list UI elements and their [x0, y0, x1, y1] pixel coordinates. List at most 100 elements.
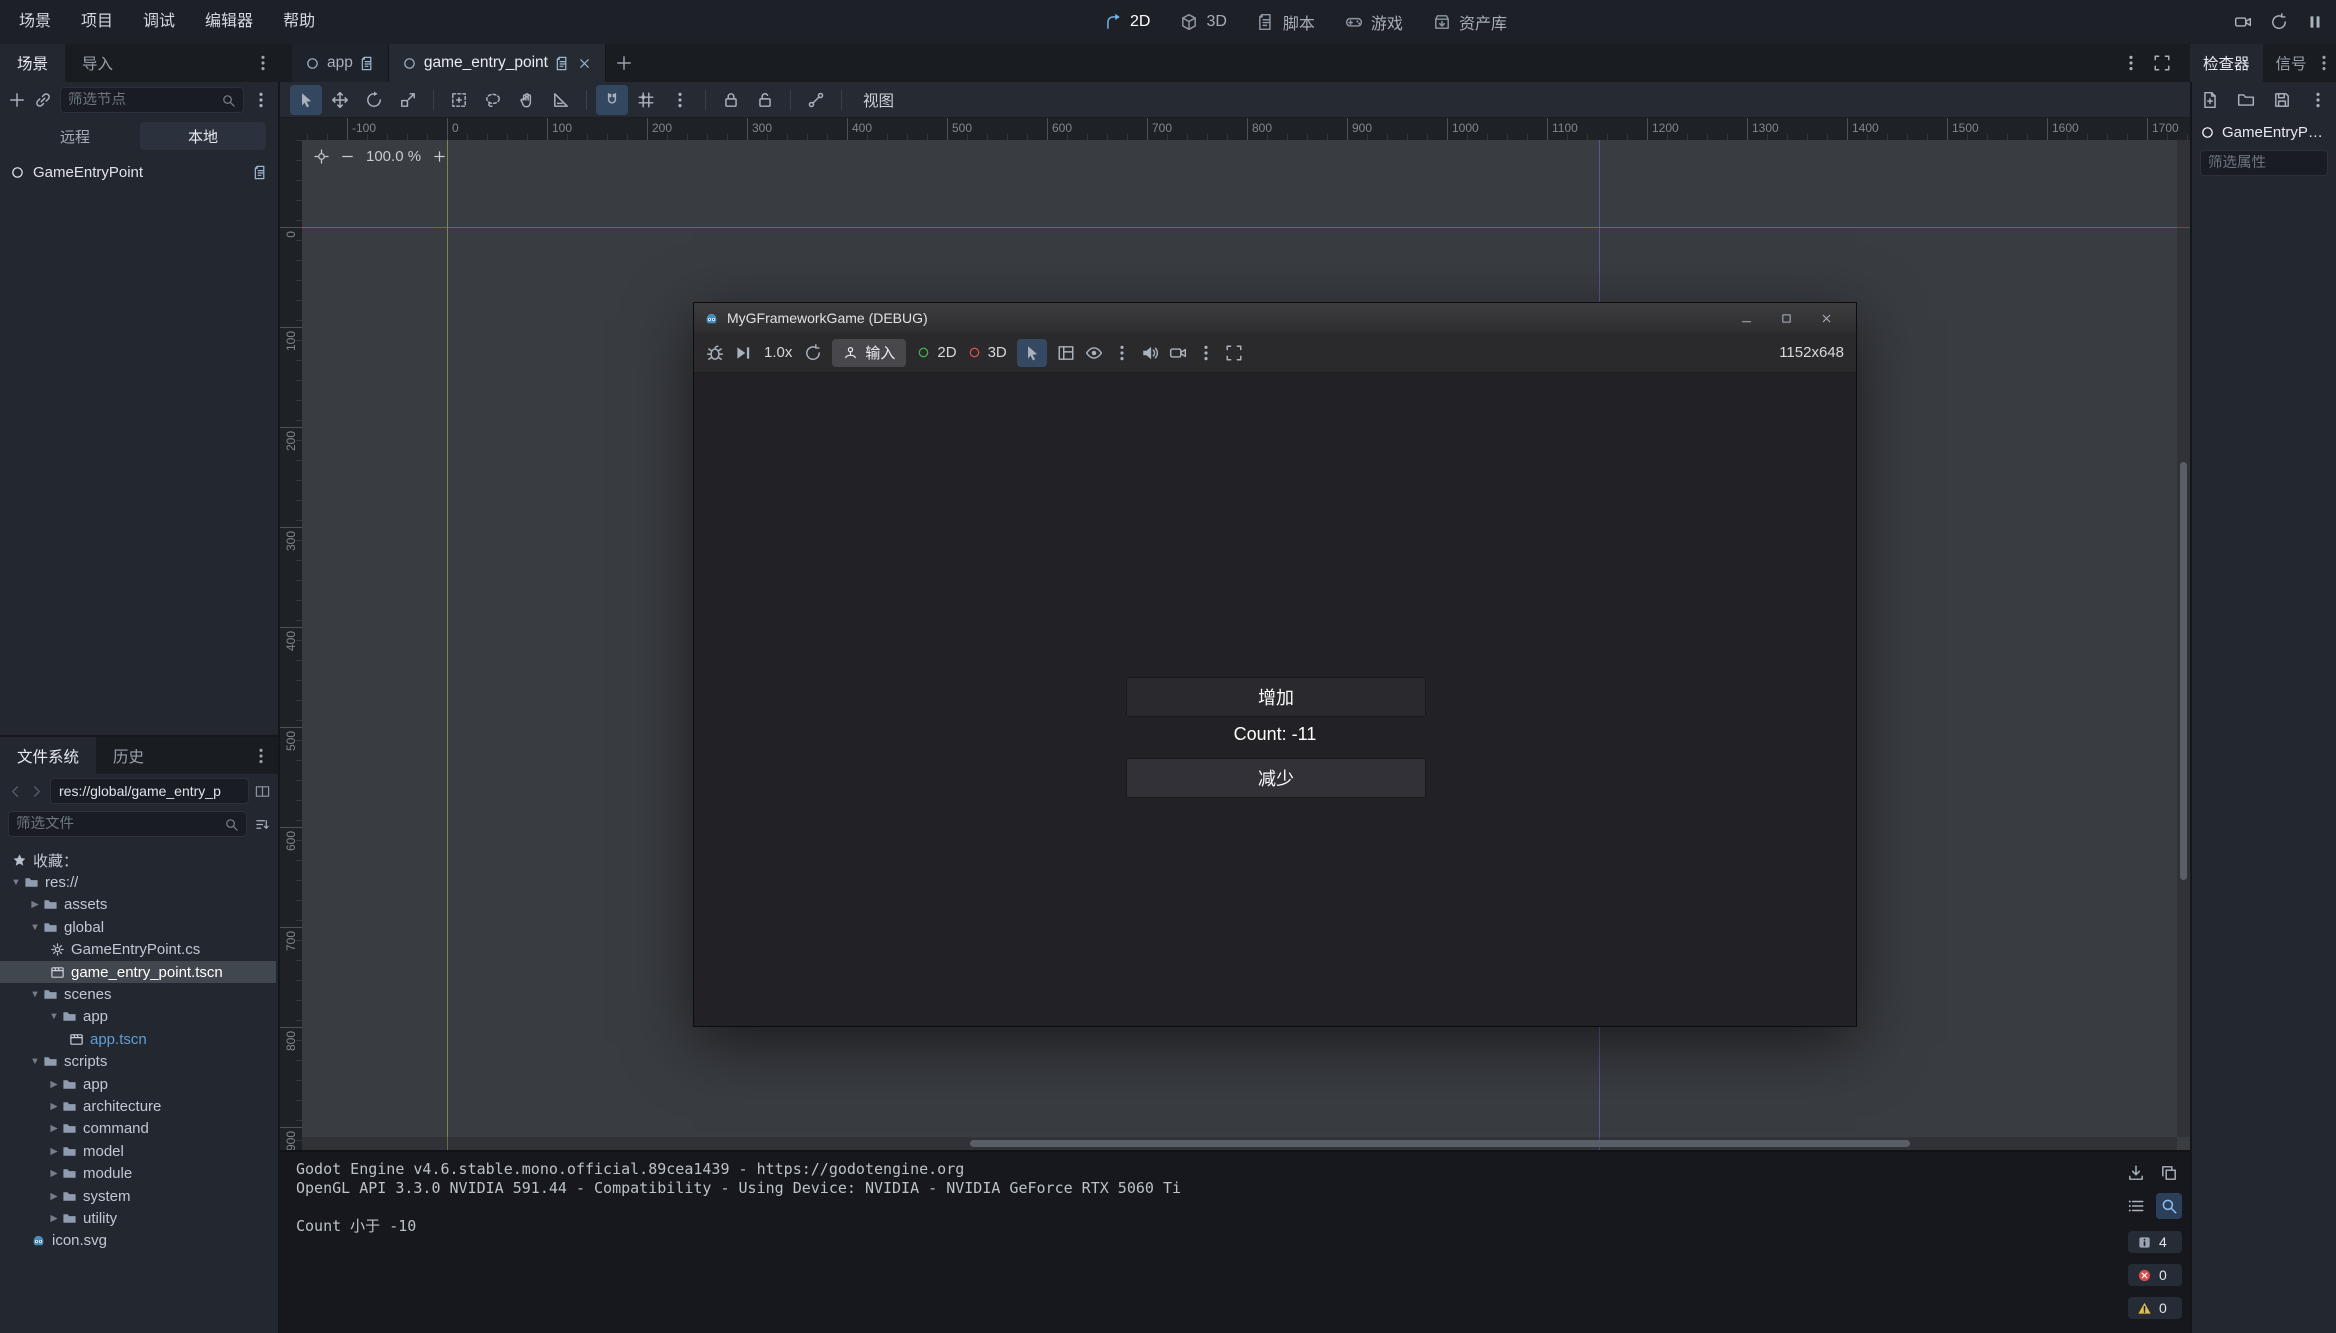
scene-filter-input[interactable]	[68, 92, 221, 108]
smart-snap-button[interactable]	[596, 85, 628, 115]
warning-count-badge[interactable]: 0	[2128, 1297, 2182, 1319]
error-count-badge[interactable]: 0	[2128, 1264, 2182, 1286]
file-tree-item[interactable]: ▶utility	[0, 1207, 276, 1229]
increase-button[interactable]: 增加	[1126, 677, 1426, 717]
scene-dock-options-icon[interactable]	[252, 91, 270, 109]
move-tool-button[interactable]	[324, 85, 356, 115]
tab-scene[interactable]: 场景	[0, 44, 65, 82]
menu-help[interactable]: 帮助	[268, 0, 330, 44]
file-tree-item[interactable]: 收藏：	[0, 849, 276, 871]
workspace-script[interactable]: 脚本	[1245, 6, 1327, 38]
expand-arrow[interactable]: ▶	[46, 1101, 62, 1112]
file-tree-item[interactable]: ▼scripts	[0, 1051, 276, 1073]
selection-list-icon[interactable]	[1057, 344, 1075, 362]
restart-icon[interactable]	[2270, 13, 2288, 31]
workspace-game[interactable]: 游戏	[1333, 6, 1415, 38]
zoom-out-icon[interactable]	[340, 149, 355, 164]
vertical-scrollbar[interactable]	[2177, 140, 2190, 1137]
center-view-icon[interactable]	[314, 149, 329, 164]
game-select-mode-button[interactable]	[1017, 339, 1047, 367]
close-tab-icon[interactable]	[577, 56, 592, 71]
expand-arrow[interactable]: ▶	[46, 1191, 62, 1202]
inspected-node-row[interactable]: GameEntryPoint...	[2192, 118, 2336, 146]
resource-options-icon[interactable]	[2309, 91, 2327, 109]
zoom-in-icon[interactable]	[432, 149, 447, 164]
skeleton-options-button[interactable]	[800, 85, 832, 115]
attached-script-icon[interactable]	[253, 165, 268, 180]
lasso-select-button[interactable]	[477, 85, 509, 115]
file-tree-item[interactable]: ▶system	[0, 1185, 276, 1207]
expand-arrow[interactable]: ▼	[8, 877, 24, 888]
menu-editor[interactable]: 编辑器	[190, 0, 268, 44]
speed-label[interactable]: 1.0x	[764, 344, 792, 361]
path-field[interactable]	[50, 778, 249, 804]
lock-button[interactable]	[715, 85, 747, 115]
rotate-tool-button[interactable]	[358, 85, 390, 115]
tab-signals[interactable]: 信号	[2263, 44, 2320, 82]
h-scroll-thumb[interactable]	[970, 1140, 1910, 1147]
instance-scene-icon[interactable]	[34, 91, 52, 109]
expand-arrow[interactable]: ▶	[46, 1123, 62, 1134]
history-forward-icon[interactable]	[29, 784, 44, 799]
file-tree-item[interactable]: ▼app	[0, 1006, 276, 1028]
tab-inspector[interactable]: 检查器	[2190, 44, 2263, 82]
copy-log-icon[interactable]	[2156, 1160, 2182, 1186]
select-tool-button[interactable]	[290, 85, 322, 115]
embed-fullscreen-icon[interactable]	[1225, 344, 1243, 362]
input-mode-button[interactable]: 输入	[832, 339, 906, 367]
sort-files-icon[interactable]	[255, 817, 270, 832]
distraction-free-icon[interactable]	[2153, 54, 2171, 72]
file-tree-item[interactable]: ▼scenes	[0, 983, 276, 1005]
game-window-titlebar[interactable]: MyGFrameworkGame (DEBUG)	[694, 303, 1856, 333]
expand-arrow[interactable]: ▶	[27, 899, 43, 910]
filesystem-menu-icon[interactable]	[252, 747, 270, 765]
expand-arrow[interactable]: ▼	[27, 989, 43, 1000]
history-back-icon[interactable]	[8, 784, 23, 799]
file-tree-item[interactable]: app.tscn	[0, 1028, 276, 1050]
file-tree-item[interactable]: ▶architecture	[0, 1095, 276, 1117]
load-resource-icon[interactable]	[2237, 91, 2255, 109]
file-tree-item[interactable]: ▶assets	[0, 894, 276, 916]
close-button[interactable]	[1806, 303, 1846, 333]
message-count-badge[interactable]: 4	[2128, 1231, 2182, 1253]
file-tree-item[interactable]: ▶app	[0, 1073, 276, 1095]
workspace-3d[interactable]: 3D	[1168, 6, 1238, 38]
grid-snap-button[interactable]	[630, 85, 662, 115]
decrease-button[interactable]: 减少	[1126, 758, 1426, 798]
remote-tab[interactable]: 远程	[12, 122, 138, 150]
save-log-icon[interactable]	[2123, 1160, 2149, 1186]
camera-override-icon[interactable]	[1169, 344, 1187, 362]
v-scroll-thumb[interactable]	[2180, 462, 2187, 880]
view-menu-button[interactable]: 视图	[851, 85, 906, 115]
maximize-button[interactable]	[1766, 303, 1806, 333]
scene-tabs-list-icon[interactable]	[2122, 54, 2140, 72]
reset-speed-icon[interactable]	[804, 344, 822, 362]
file-tree-item[interactable]: ▶module	[0, 1162, 276, 1184]
tab-history[interactable]: 历史	[96, 737, 161, 775]
file-tree-item[interactable]: ▶command	[0, 1118, 276, 1140]
pause-icon[interactable]	[2306, 13, 2324, 31]
zoom-level[interactable]: 100.0 %	[366, 148, 421, 165]
ruler-tool-button[interactable]	[545, 85, 577, 115]
camera-options-icon[interactable]	[1197, 344, 1215, 362]
file-tree-item[interactable]: icon.svg	[0, 1230, 276, 1252]
scale-tool-button[interactable]	[392, 85, 424, 115]
expand-arrow[interactable]: ▶	[46, 1168, 62, 1179]
file-filter-input[interactable]	[16, 816, 224, 832]
file-tree-item[interactable]: game_entry_point.tscn	[0, 961, 276, 983]
expand-arrow[interactable]: ▶	[46, 1079, 62, 1090]
file-filter-field[interactable]	[8, 811, 247, 837]
movie-mode-icon[interactable]	[2234, 13, 2252, 31]
file-tree-item[interactable]: GameEntryPoint.cs	[0, 939, 276, 961]
expand-arrow[interactable]: ▶	[46, 1146, 62, 1157]
horizontal-scrollbar[interactable]	[302, 1137, 2177, 1150]
scene-tree-root-node[interactable]: GameEntryPoint	[0, 158, 278, 186]
expand-arrow[interactable]: ▼	[46, 1011, 62, 1022]
unlock-button[interactable]	[749, 85, 781, 115]
tab-import[interactable]: 导入	[65, 44, 130, 82]
save-resource-icon[interactable]	[2273, 91, 2291, 109]
workspace-assetlib[interactable]: 资产库	[1421, 6, 1519, 38]
expand-arrow[interactable]: ▼	[27, 1056, 43, 1067]
scene-tab-game_entry_point[interactable]: game_entry_point	[389, 44, 606, 82]
menu-scene[interactable]: 场景	[4, 0, 66, 44]
